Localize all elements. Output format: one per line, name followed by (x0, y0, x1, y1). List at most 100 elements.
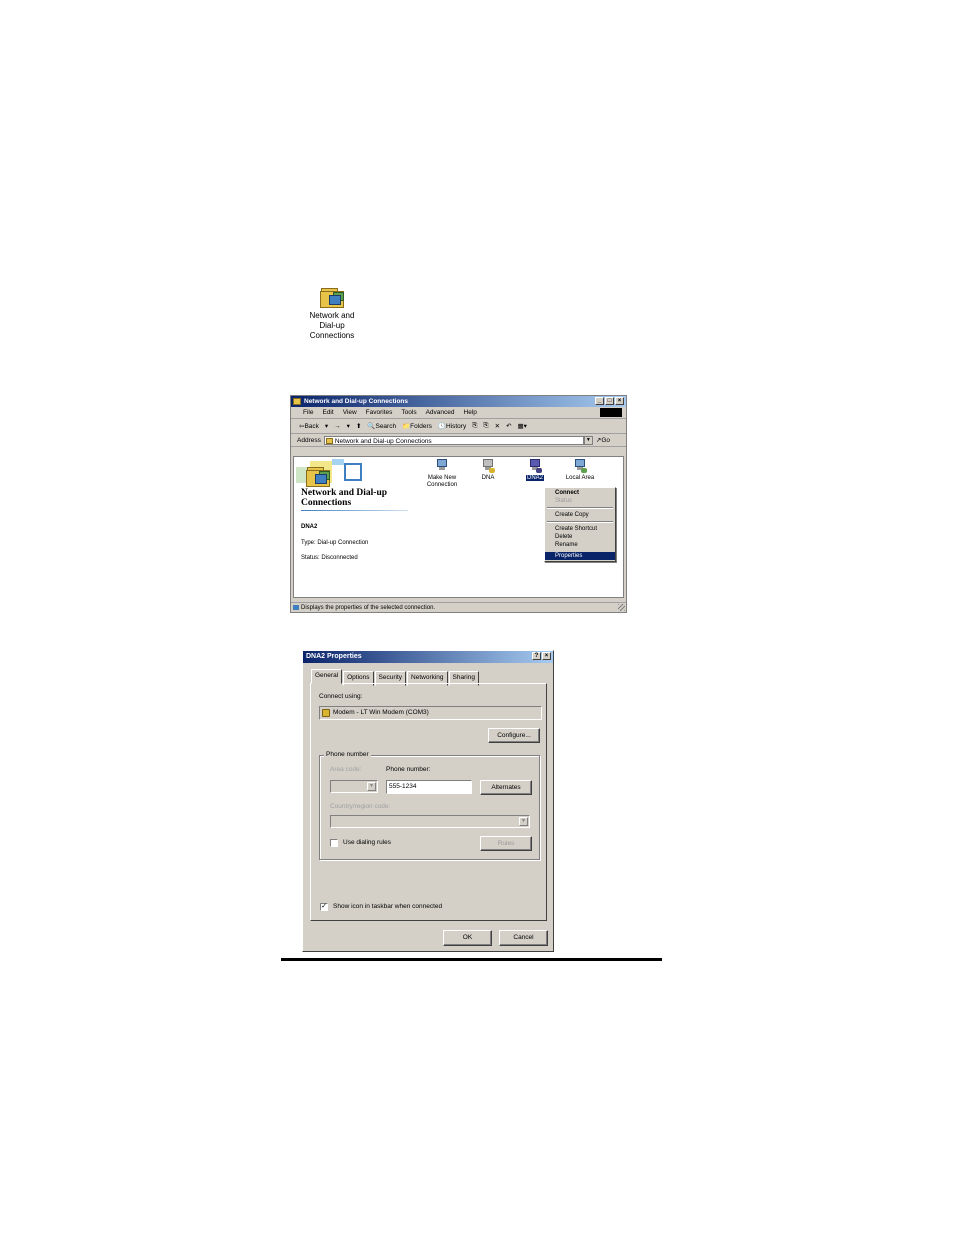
menu-edit[interactable]: Edit (322, 407, 333, 418)
menu-separator (547, 521, 613, 523)
cancel-button[interactable]: Cancel (499, 930, 548, 946)
dialog-title: DNA2 Properties (306, 653, 362, 660)
move-to-icon[interactable]: ⎘ (472, 422, 477, 430)
window-title: Network and Dial-up Connections (304, 398, 409, 405)
alternates-button[interactable]: Alternates (480, 780, 532, 795)
modem-icon (322, 709, 330, 717)
country-region-combo: ▼ (330, 815, 530, 828)
address-bar: Address Network and Dial-up Connections … (291, 434, 626, 447)
windows-logo-icon (600, 408, 622, 417)
area-code-label: Area code: (330, 766, 362, 773)
menu-file[interactable]: File (303, 407, 313, 418)
general-tab-panel: Connect using: Modem - LT Win Modem (COM… (310, 683, 547, 921)
address-label: Address (297, 436, 321, 444)
back-dropdown-icon[interactable]: ▾ (325, 422, 328, 430)
ok-button[interactable]: OK (443, 930, 492, 946)
toolbar: ⇦Back ▾ → ▾ ⬆ 🔍Search 📁Folders 🕓History … (291, 419, 626, 434)
phone-number-label: Phone number: (386, 766, 431, 773)
go-button[interactable]: ↗Go (596, 436, 610, 444)
local-area-connection-icon[interactable]: Local Area (560, 459, 600, 482)
new-connection-icon (435, 459, 449, 473)
page-divider (281, 958, 662, 961)
chevron-down-icon: ▼ (367, 782, 376, 791)
undo-icon[interactable]: ↶ (506, 422, 511, 430)
menu-item-create-shortcut[interactable]: Create Shortcut (545, 525, 615, 533)
menu-separator (547, 507, 613, 509)
status-text: Displays the properties of the selected … (301, 605, 436, 611)
explorer-titlebar[interactable]: Network and Dial-up Connections _ □ × (291, 396, 626, 407)
history-button[interactable]: 🕓History (438, 422, 466, 430)
configure-button[interactable]: Configure... (488, 728, 540, 743)
make-new-connection-icon[interactable]: Make New Connection (422, 459, 462, 489)
dialog-titlebar[interactable]: DNA2 Properties ? × (303, 651, 553, 663)
dialup-connection-icon (481, 459, 495, 473)
help-button[interactable]: ? (532, 652, 541, 660)
search-button[interactable]: 🔍Search (367, 422, 396, 430)
desktop-icon-label: Network and Dial-up Connections (309, 311, 355, 340)
network-folder-icon (320, 288, 344, 308)
folder-content-pane: Network and Dial-up Connections DNA2 Typ… (293, 456, 624, 598)
delete-icon[interactable]: ✕ (495, 422, 500, 430)
context-menu: Connect Status Create Copy Create Shortc… (544, 487, 616, 562)
menu-item-delete[interactable]: Delete (545, 533, 615, 541)
lan-connection-icon (573, 459, 587, 473)
menu-view[interactable]: View (343, 407, 357, 418)
device-field: Modem - LT Win Modem (COM3) (319, 706, 542, 720)
show-icon-checkbox[interactable]: ✓ (320, 903, 328, 911)
folder-icon (325, 437, 333, 444)
connect-using-label: Connect using: (319, 693, 363, 700)
phone-number-group: Phone number Area code: ▼ Phone number: … (319, 751, 540, 860)
desktop-network-connections-icon[interactable]: Network and Dial-up Connections (300, 288, 364, 341)
pane-title: Network and Dial-up Connections (301, 488, 388, 508)
address-value: Network and Dial-up Connections (334, 437, 432, 445)
banner-graphic (296, 459, 376, 487)
minimize-button[interactable]: _ (595, 397, 604, 405)
up-button[interactable]: ⬆ (356, 422, 361, 430)
menu-tools[interactable]: Tools (401, 407, 416, 418)
forward-dropdown-icon[interactable]: ▾ (347, 422, 350, 430)
close-button[interactable]: × (542, 652, 551, 660)
menu-item-properties[interactable]: Properties (545, 552, 615, 560)
folders-button[interactable]: 📁Folders (402, 422, 432, 430)
views-icon[interactable]: ▦▾ (518, 422, 527, 430)
close-button[interactable]: × (615, 397, 624, 405)
menu-advanced[interactable]: Advanced (426, 407, 455, 418)
rules-button[interactable]: Rules (480, 836, 532, 851)
copy-to-icon[interactable]: ⎘ (483, 422, 488, 430)
dna2-connection-icon[interactable]: DNA2 (515, 459, 555, 482)
maximize-button[interactable]: □ (605, 397, 614, 405)
phone-number-input[interactable]: 555-1234 (386, 780, 472, 794)
menu-bar: File Edit View Favorites Tools Advanced … (291, 407, 626, 419)
country-region-label: Country/region code: (330, 803, 391, 810)
area-code-combo: ▼ (330, 780, 378, 793)
tab-general[interactable]: General (311, 669, 343, 684)
address-input[interactable]: Network and Dial-up Connections (323, 435, 584, 445)
menu-item-connect[interactable]: Connect (545, 489, 615, 497)
connection-status-icon (293, 605, 299, 610)
selected-connection-name: DNA2 (301, 524, 318, 530)
resize-grip-icon[interactable] (618, 604, 625, 611)
use-dialing-rules-label: Use dialing rules (343, 839, 392, 846)
explorer-window: Network and Dial-up Connections _ □ × Fi… (290, 395, 627, 613)
connection-type: Type: Dial-up Connection (301, 540, 369, 546)
network-folder-icon (306, 467, 330, 487)
status-bar: Displays the properties of the selected … (291, 602, 626, 612)
back-button[interactable]: ⇦Back (299, 422, 319, 430)
menu-item-status[interactable]: Status (545, 497, 615, 505)
divider (301, 510, 408, 511)
forward-button[interactable]: → (334, 423, 341, 430)
device-name: Modem - LT Win Modem (COM3) (333, 709, 429, 716)
menu-help[interactable]: Help (464, 407, 477, 418)
dna-connection-icon[interactable]: DNA (468, 459, 508, 482)
menu-item-create-copy[interactable]: Create Copy (545, 511, 615, 519)
folder-icon (293, 398, 301, 405)
use-dialing-rules-checkbox[interactable] (330, 839, 338, 847)
menu-favorites[interactable]: Favorites (366, 407, 393, 418)
chevron-down-icon: ▼ (519, 817, 528, 826)
connection-status: Status: Disconnected (301, 555, 358, 561)
properties-dialog: DNA2 Properties ? × General Options Secu… (302, 650, 554, 952)
phone-group-label: Phone number (324, 751, 371, 758)
address-dropdown-icon[interactable]: ▼ (583, 435, 593, 445)
show-icon-label: Show icon in taskbar when connected (333, 903, 443, 910)
menu-item-rename[interactable]: Rename (545, 541, 615, 549)
